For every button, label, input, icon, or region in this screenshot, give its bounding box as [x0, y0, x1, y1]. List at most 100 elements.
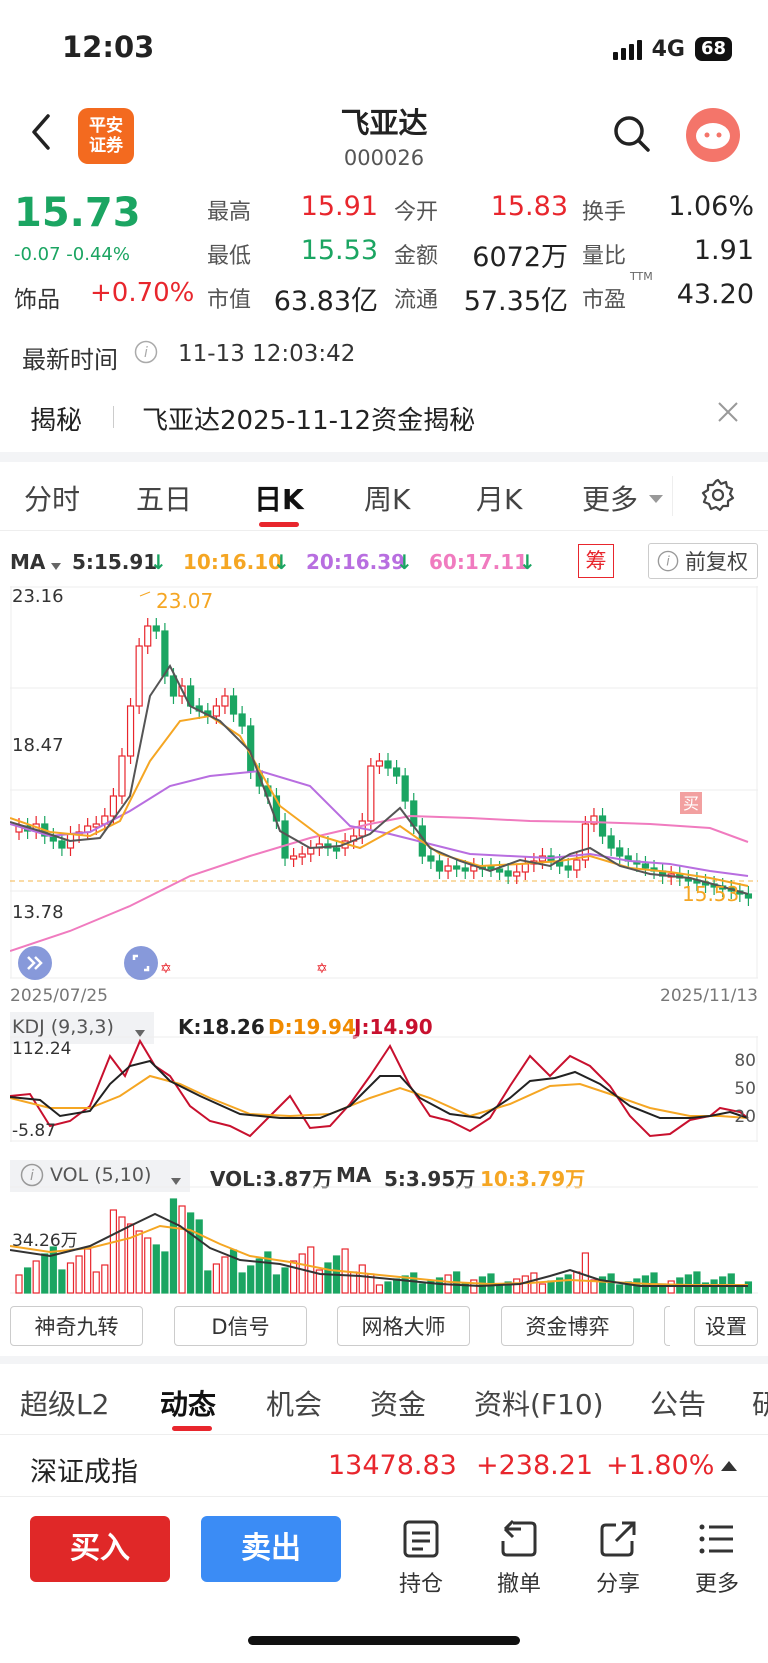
tool-magic-nine-button[interactable]: 神奇九转 [10, 1306, 143, 1346]
adjust-label: 前复权 [685, 550, 748, 574]
high-label: 最高 [207, 200, 252, 225]
volume-bar [307, 1246, 315, 1294]
candle [118, 755, 126, 797]
buy-marker-text: 买 [683, 794, 699, 813]
settings-gear-icon[interactable] [700, 477, 736, 517]
candle [238, 713, 246, 727]
tab-more[interactable]: 更多 [582, 478, 638, 518]
candle [58, 840, 66, 849]
ma-dropdown-icon[interactable] [50, 557, 62, 576]
more-dropdown-icon[interactable] [648, 490, 664, 509]
candle [504, 870, 512, 877]
tool-capital-game-button[interactable]: 资金博弈 [501, 1306, 634, 1346]
kdj-title[interactable]: KDJ (9,3,3) [12, 1016, 114, 1038]
volume-bar [384, 1281, 392, 1294]
candle [281, 820, 289, 859]
adjust-button[interactable]: i 前复权 [648, 543, 758, 579]
float-cap-label: 流通 [394, 288, 439, 313]
search-icon[interactable] [612, 114, 652, 158]
volume-chart: 34.26万 [10, 1186, 758, 1294]
tab-intraday[interactable]: 分时 [24, 478, 80, 518]
y-axis-top-label: 23.16 [12, 586, 64, 607]
tab-weekly-k[interactable]: 周K [364, 478, 410, 518]
kdj-level-50: 50 [734, 1079, 756, 1099]
open-label: 今开 [394, 200, 439, 225]
ma60-line [10, 814, 749, 952]
ma60-down-arrow-icon: ↓ [519, 550, 536, 574]
network-type: 4G [651, 36, 685, 62]
close-icon[interactable] [716, 400, 740, 428]
tab-announcements[interactable]: 公告 [650, 1383, 706, 1423]
candle [564, 865, 572, 871]
holdings-label: 持仓 [398, 1572, 443, 1597]
tool-d-signal-button[interactable]: D信号 [174, 1306, 307, 1346]
more-button[interactable]: 更多 [677, 1518, 757, 1598]
market-cap-value: 63.83亿 [273, 286, 378, 317]
info-icon[interactable]: i [134, 340, 158, 368]
tab-monthly-k[interactable]: 月K [476, 478, 522, 518]
expand-up-icon[interactable] [720, 1458, 738, 1477]
svg-text:i: i [666, 555, 670, 570]
candle [221, 695, 229, 707]
volume-bar [410, 1272, 418, 1294]
tool-settings-button[interactable]: 设置 [694, 1306, 758, 1346]
vol-y-top: 34.26万 [12, 1231, 78, 1251]
index-top-border [0, 1434, 768, 1435]
tool-next-partial[interactable] [664, 1306, 670, 1346]
cancel-order-button[interactable]: 撤单 [479, 1518, 559, 1598]
news-headline[interactable]: 飞亚达2025-11-12资金揭秘 [142, 400, 475, 437]
sell-button[interactable]: 卖出 [201, 1516, 341, 1582]
candlestick-chart[interactable]: 23.16 18.47 13.78 23.07 15.53 买 ✡ ✡ [10, 586, 758, 979]
cancel-order-icon [479, 1518, 559, 1560]
volume-bar [126, 1223, 135, 1294]
candle [641, 863, 650, 869]
volume-bar [152, 1244, 160, 1294]
tab-funds[interactable]: 资金 [370, 1383, 426, 1423]
buy-button[interactable]: 买入 [30, 1516, 170, 1582]
volume-bar [281, 1267, 289, 1294]
ma10-value: 10:16.10 [183, 550, 283, 574]
expand-left-icon[interactable] [18, 946, 52, 980]
volume-bar [513, 1278, 521, 1294]
chip-distribution-button[interactable]: 筹 [578, 544, 614, 578]
volume-bar [255, 1258, 263, 1294]
volume-bar [573, 1271, 581, 1294]
volume-bar [32, 1260, 40, 1294]
vol-title[interactable]: VOL (5,10) [50, 1164, 151, 1186]
svg-text:i: i [30, 1168, 34, 1184]
ma-label[interactable]: MA [10, 550, 45, 574]
divider [0, 1356, 768, 1364]
volume-bar [616, 1284, 624, 1294]
volume-bar [15, 1274, 23, 1294]
tab-f10[interactable]: 资料(F10) [474, 1383, 604, 1423]
volume-bar [693, 1271, 701, 1294]
low-value: 15.53 [300, 235, 378, 266]
index-name[interactable]: 深证成指 [30, 1450, 138, 1489]
fullscreen-icon[interactable] [124, 946, 158, 980]
amount-value: 6072万 [472, 242, 568, 273]
pe-label: 市盈 [582, 288, 627, 313]
sector-change[interactable]: +0.70% [90, 278, 194, 308]
tab-daily-k[interactable]: 日K [254, 478, 304, 518]
tab-opportunity[interactable]: 机会 [266, 1383, 322, 1423]
holdings-button[interactable]: 持仓 [381, 1518, 461, 1598]
float-cap-value: 57.35亿 [463, 286, 568, 317]
volume-bar [392, 1278, 401, 1294]
volume-bar [358, 1264, 366, 1294]
tab-five-day[interactable]: 五日 [136, 478, 192, 518]
candle [152, 625, 160, 632]
share-button[interactable]: 分享 [578, 1518, 658, 1598]
candle [229, 695, 238, 715]
volume-bar [564, 1274, 572, 1294]
tab-news-feed[interactable]: 动态 [160, 1383, 216, 1423]
assistant-avatar-icon[interactable] [686, 108, 740, 162]
tool-grid-master-button[interactable]: 网格大师 [337, 1306, 470, 1346]
status-icons: 4G 68 [612, 34, 732, 64]
candle [744, 893, 753, 899]
candle [598, 815, 607, 837]
battery-icon: 68 [694, 37, 732, 61]
tab-research[interactable]: 研 [752, 1383, 768, 1423]
home-indicator [248, 1636, 520, 1645]
tab-super-l2[interactable]: 超级L2 [20, 1383, 109, 1423]
max-marker-line [139, 591, 151, 597]
